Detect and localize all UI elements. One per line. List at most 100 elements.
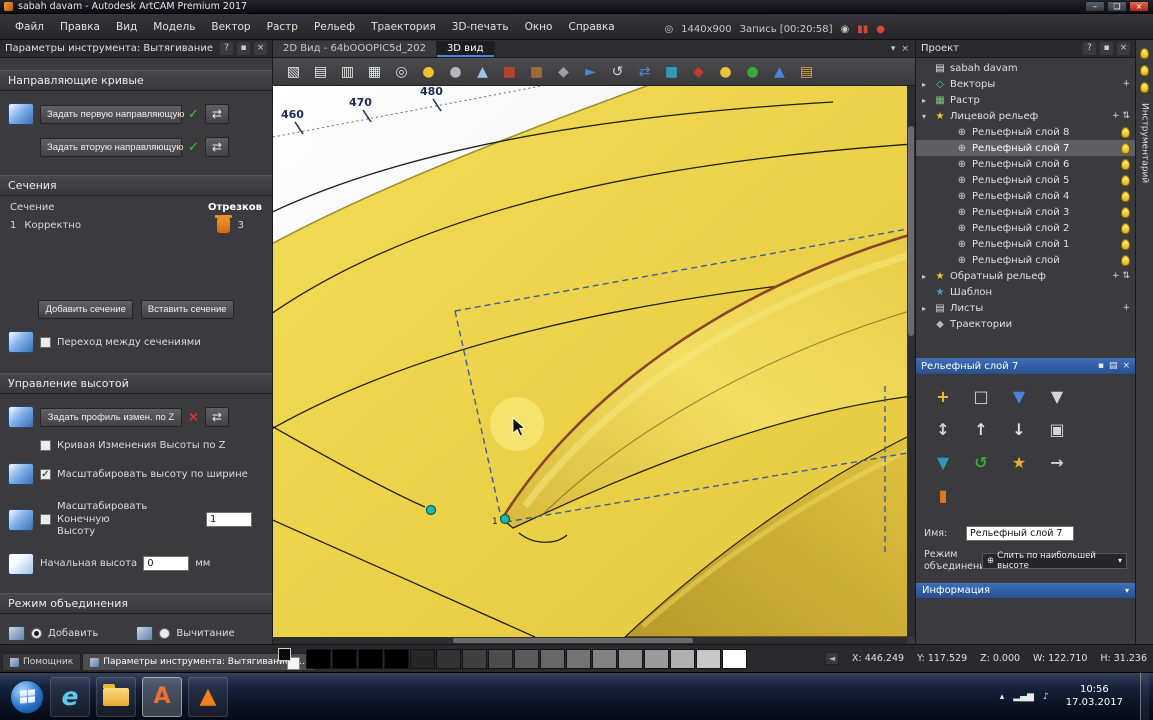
color-swatch[interactable]: [488, 649, 513, 669]
subtract-mode-radio[interactable]: [159, 628, 170, 639]
clock[interactable]: 10:56 17.03.2017: [1058, 684, 1131, 709]
control-point-start[interactable]: [427, 506, 436, 515]
set-second-guide-button[interactable]: Задать вторую направляющую: [40, 138, 182, 157]
tree-item[interactable]: Рельефный слой 2: [916, 220, 1135, 236]
zoom-icon[interactable]: ◎: [389, 60, 414, 83]
menu-item[interactable]: Траектория: [364, 19, 443, 35]
maximize-button[interactable]: ❏: [1107, 1, 1127, 12]
pin-icon[interactable]: ▪: [237, 42, 250, 55]
erase-region-icon[interactable]: ◆: [686, 60, 711, 83]
tab-3d-view[interactable]: 3D вид: [437, 41, 495, 57]
tree-item[interactable]: Рельефный слой 5: [916, 172, 1135, 188]
color-swatch[interactable]: [722, 649, 747, 669]
color-swatch[interactable]: [436, 649, 461, 669]
set-z-profile-button[interactable]: Задать профиль измен. по Z: [40, 408, 182, 427]
expander-icon[interactable]: ▸: [922, 80, 930, 89]
move-tool-icon[interactable]: ►: [578, 60, 603, 83]
visibility-bulb-icon[interactable]: [1121, 159, 1130, 170]
combine-section-header[interactable]: Режим объединения: [0, 593, 272, 614]
visibility-bulb-icon[interactable]: [1121, 175, 1130, 186]
smooth-tool-icon[interactable]: ●: [443, 60, 468, 83]
expander-icon[interactable]: ▸: [922, 96, 930, 105]
project-help-icon[interactable]: ?: [1083, 42, 1096, 55]
layer-close-icon[interactable]: ×: [1122, 361, 1130, 371]
color-swatch[interactable]: [696, 649, 721, 669]
move-down-icon[interactable]: ↓: [1000, 413, 1038, 446]
menu-item[interactable]: 3D-печать: [445, 19, 516, 35]
layer-name-input[interactable]: [966, 526, 1074, 541]
view-side-icon[interactable]: ▦: [362, 60, 387, 83]
taskbar-vlc-button[interactable]: ▲: [188, 677, 228, 717]
toolbox-strip[interactable]: Инструментарий: [1135, 40, 1153, 644]
tree-item[interactable]: Рельефный слой 3: [916, 204, 1135, 220]
marquee-icon[interactable]: □: [962, 380, 1000, 413]
transition-checkbox[interactable]: [40, 337, 51, 348]
taskbar-ie-button[interactable]: e: [50, 677, 90, 717]
height-gauge-icon[interactable]: ↕: [924, 413, 962, 446]
tree-action-icons[interactable]: + ⇅: [1112, 111, 1130, 121]
tab-2d-view[interactable]: 2D Вид - 64bOOOPIC5d_202: [273, 41, 437, 57]
toolbox-bulb-icon-3[interactable]: [1140, 82, 1149, 93]
close-panel-icon[interactable]: ×: [254, 42, 267, 55]
foreground-color-swatch[interactable]: [278, 648, 291, 661]
set-first-guide-button[interactable]: Задать первую направляющую: [40, 105, 182, 124]
menu-item[interactable]: Справка: [561, 19, 621, 35]
visibility-bulb-icon[interactable]: [1121, 223, 1130, 234]
layer-section-header[interactable]: Рельефный слой 7 ▪ ▤ ×: [916, 358, 1135, 374]
zoom-level-icon[interactable]: ◎: [664, 24, 673, 35]
view-top-icon[interactable]: ▤: [308, 60, 333, 83]
tree-action-icons[interactable]: +: [1122, 79, 1130, 89]
sections-section-header[interactable]: Сечения: [0, 175, 272, 196]
3d-scene[interactable]: 460 470 480: [273, 86, 907, 637]
color-swatch[interactable]: [670, 649, 695, 669]
rotate-view-icon[interactable]: ↺: [605, 60, 630, 83]
visibility-bulb-icon[interactable]: [1121, 255, 1130, 266]
toolbox-strip-label[interactable]: Инструментарий: [1140, 103, 1150, 183]
tree-item[interactable]: ▸ Векторы +: [916, 76, 1135, 92]
tree-item[interactable]: Рельефный слой 1: [916, 236, 1135, 252]
close-button[interactable]: ×: [1129, 1, 1149, 12]
visibility-bulb-icon[interactable]: [1121, 207, 1130, 218]
color-swatch[interactable]: [410, 649, 435, 669]
volume-icon[interactable]: ♪: [1043, 692, 1049, 702]
expander-icon[interactable]: ▾: [922, 112, 930, 121]
tree-item[interactable]: Рельефный слой 7: [916, 140, 1135, 156]
tab-list-chevron-icon[interactable]: ▾: [891, 44, 896, 54]
carve-tool-icon[interactable]: ■: [524, 60, 549, 83]
hscroll-thumb[interactable]: [453, 638, 693, 643]
z-curve-checkbox[interactable]: [40, 440, 51, 451]
layer-pin-icon[interactable]: ▪: [1098, 361, 1104, 371]
color-swatch[interactable]: [618, 649, 643, 669]
color-swatch[interactable]: [644, 649, 669, 669]
menu-item[interactable]: Файл: [8, 19, 51, 35]
info-section-header[interactable]: Информация ▾: [916, 583, 1135, 598]
compare-tool-icon[interactable]: ▲: [767, 60, 792, 83]
menu-item[interactable]: Правка: [53, 19, 107, 35]
tree-item[interactable]: ▸ Обратный рельеф + ⇅: [916, 268, 1135, 284]
pause-record-icon[interactable]: ▮▮: [857, 24, 868, 35]
collapse-left-icon[interactable]: ◄: [825, 652, 839, 665]
swap-z-profile-button[interactable]: ⇄: [205, 407, 229, 427]
convert-layer-icon[interactable]: →: [1038, 446, 1076, 479]
sphere-tool-icon[interactable]: ●: [740, 60, 765, 83]
viewport-3d[interactable]: 460 470 480: [273, 86, 907, 637]
screen-capture-icon[interactable]: ◉: [841, 24, 850, 35]
smudge-tool-icon[interactable]: ◆: [551, 60, 576, 83]
tree-item[interactable]: ▾ Лицевой рельеф + ⇅: [916, 108, 1135, 124]
tab-assistant[interactable]: Помощник: [2, 653, 81, 670]
view-iso-icon[interactable]: ▧: [281, 60, 306, 83]
tree-item[interactable]: Траектории: [916, 316, 1135, 332]
move-up-icon[interactable]: ↑: [962, 413, 1000, 446]
visibility-bulb-icon[interactable]: [1121, 239, 1130, 250]
tree-item[interactable]: ▸ Листы +: [916, 300, 1135, 316]
color-swatch[interactable]: [462, 649, 487, 669]
vscroll-thumb[interactable]: [908, 126, 914, 336]
menu-item[interactable]: Вектор: [204, 19, 257, 35]
visibility-bulb-icon[interactable]: [1121, 127, 1130, 138]
project-pin-icon[interactable]: ▪: [1100, 42, 1113, 55]
color-swatch[interactable]: [514, 649, 539, 669]
menu-item[interactable]: Рельеф: [307, 19, 362, 35]
color-swatch[interactable]: [332, 649, 357, 669]
swap-view-icon[interactable]: ⇄: [632, 60, 657, 83]
menu-item[interactable]: Вид: [109, 19, 144, 35]
